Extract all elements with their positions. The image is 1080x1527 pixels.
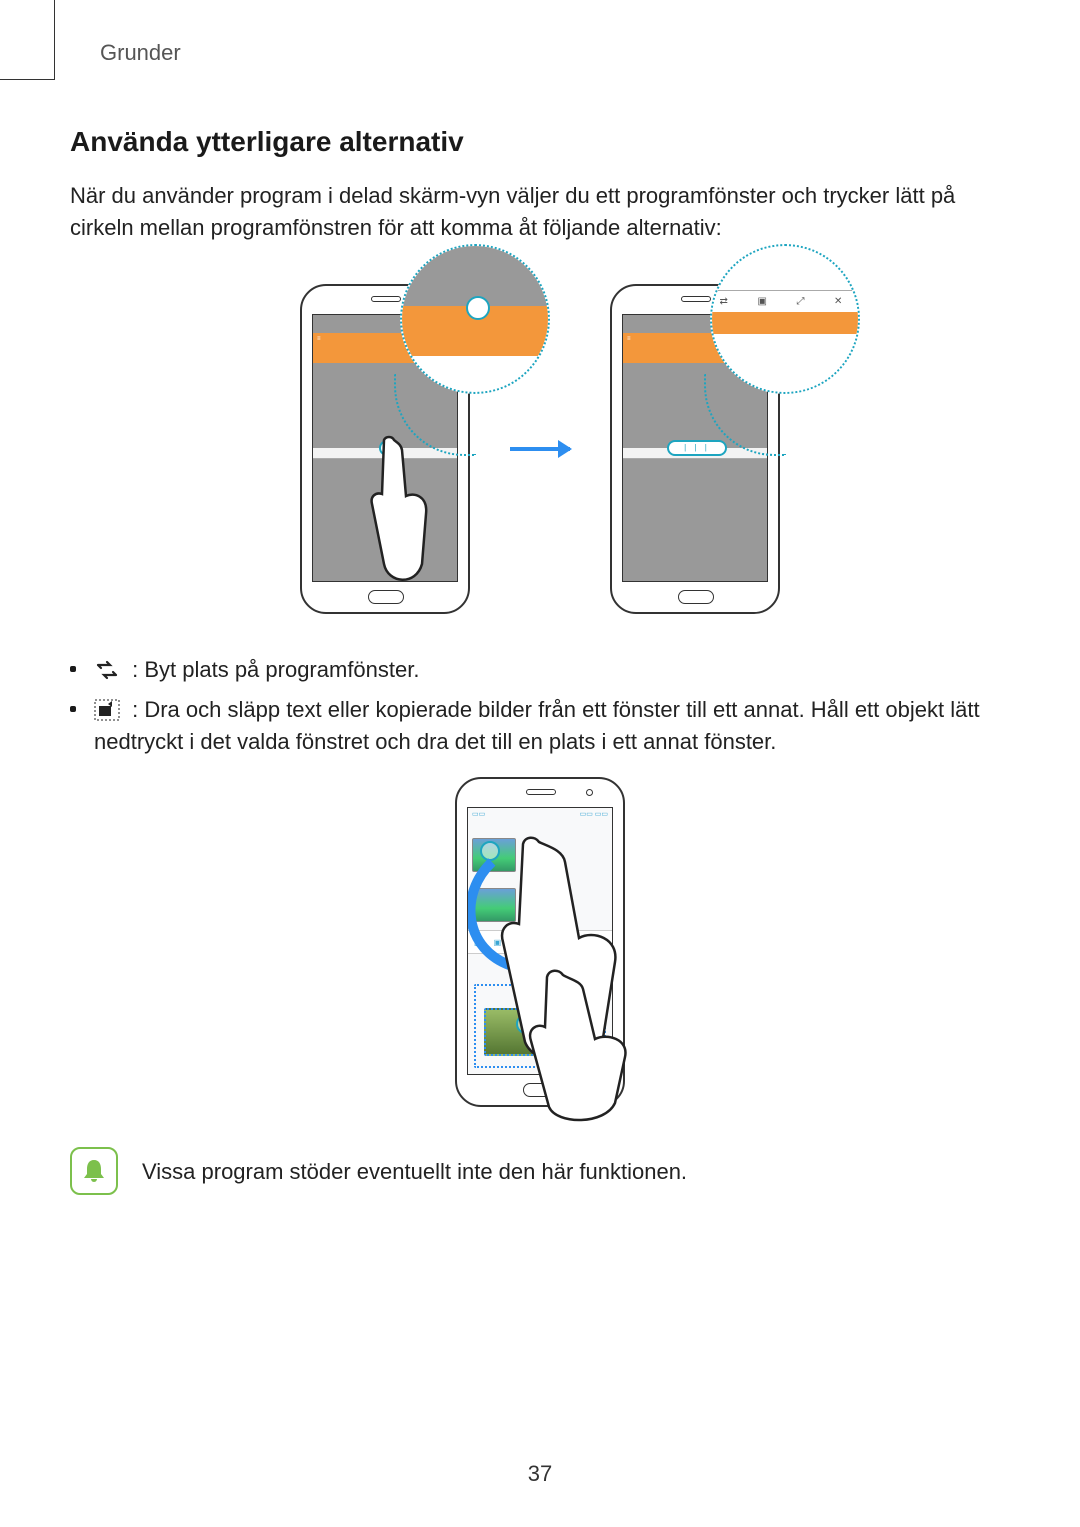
drag-drop-figure: ▭▭▭▭ ▭▭ ▣▣✎⊕ xyxy=(70,777,1010,1107)
options-list: : Byt plats på programfönster. : Dra och… xyxy=(70,654,1010,758)
zoom-callout-left xyxy=(400,244,550,394)
list-item: : Dra och släpp text eller kopierade bil… xyxy=(70,694,1010,758)
list-item-text: : Byt plats på programfönster. xyxy=(126,657,419,682)
note-block: Vissa program stöder eventuellt inte den… xyxy=(70,1147,1010,1195)
drag-content-icon xyxy=(94,698,120,720)
zoom-callout-right: ⇄ ▣ ⤢ ✕ xyxy=(710,244,860,394)
arrow-right-icon xyxy=(510,447,570,451)
page-corner-rule xyxy=(0,0,55,80)
list-item-text: : Dra och släpp text eller kopierade bil… xyxy=(94,697,980,754)
breadcrumb: Grunder xyxy=(100,40,1010,66)
intro-paragraph: När du använder program i delad skärm-vy… xyxy=(70,180,1010,244)
note-text: Vissa program stöder eventuellt inte den… xyxy=(142,1156,687,1188)
list-item: : Byt plats på programfönster. xyxy=(70,654,1010,686)
hand-pointer-icon xyxy=(525,967,645,1127)
section-heading: Använda ytterligare alternativ xyxy=(70,126,1010,158)
split-screen-figure: ≡ ≡ xyxy=(70,284,1010,614)
note-bell-icon xyxy=(70,1147,118,1195)
swap-windows-icon xyxy=(94,658,120,680)
page-number: 37 xyxy=(0,1461,1080,1487)
hand-pointer-icon xyxy=(362,434,432,594)
split-handle-open-icon: | | | xyxy=(667,440,727,456)
